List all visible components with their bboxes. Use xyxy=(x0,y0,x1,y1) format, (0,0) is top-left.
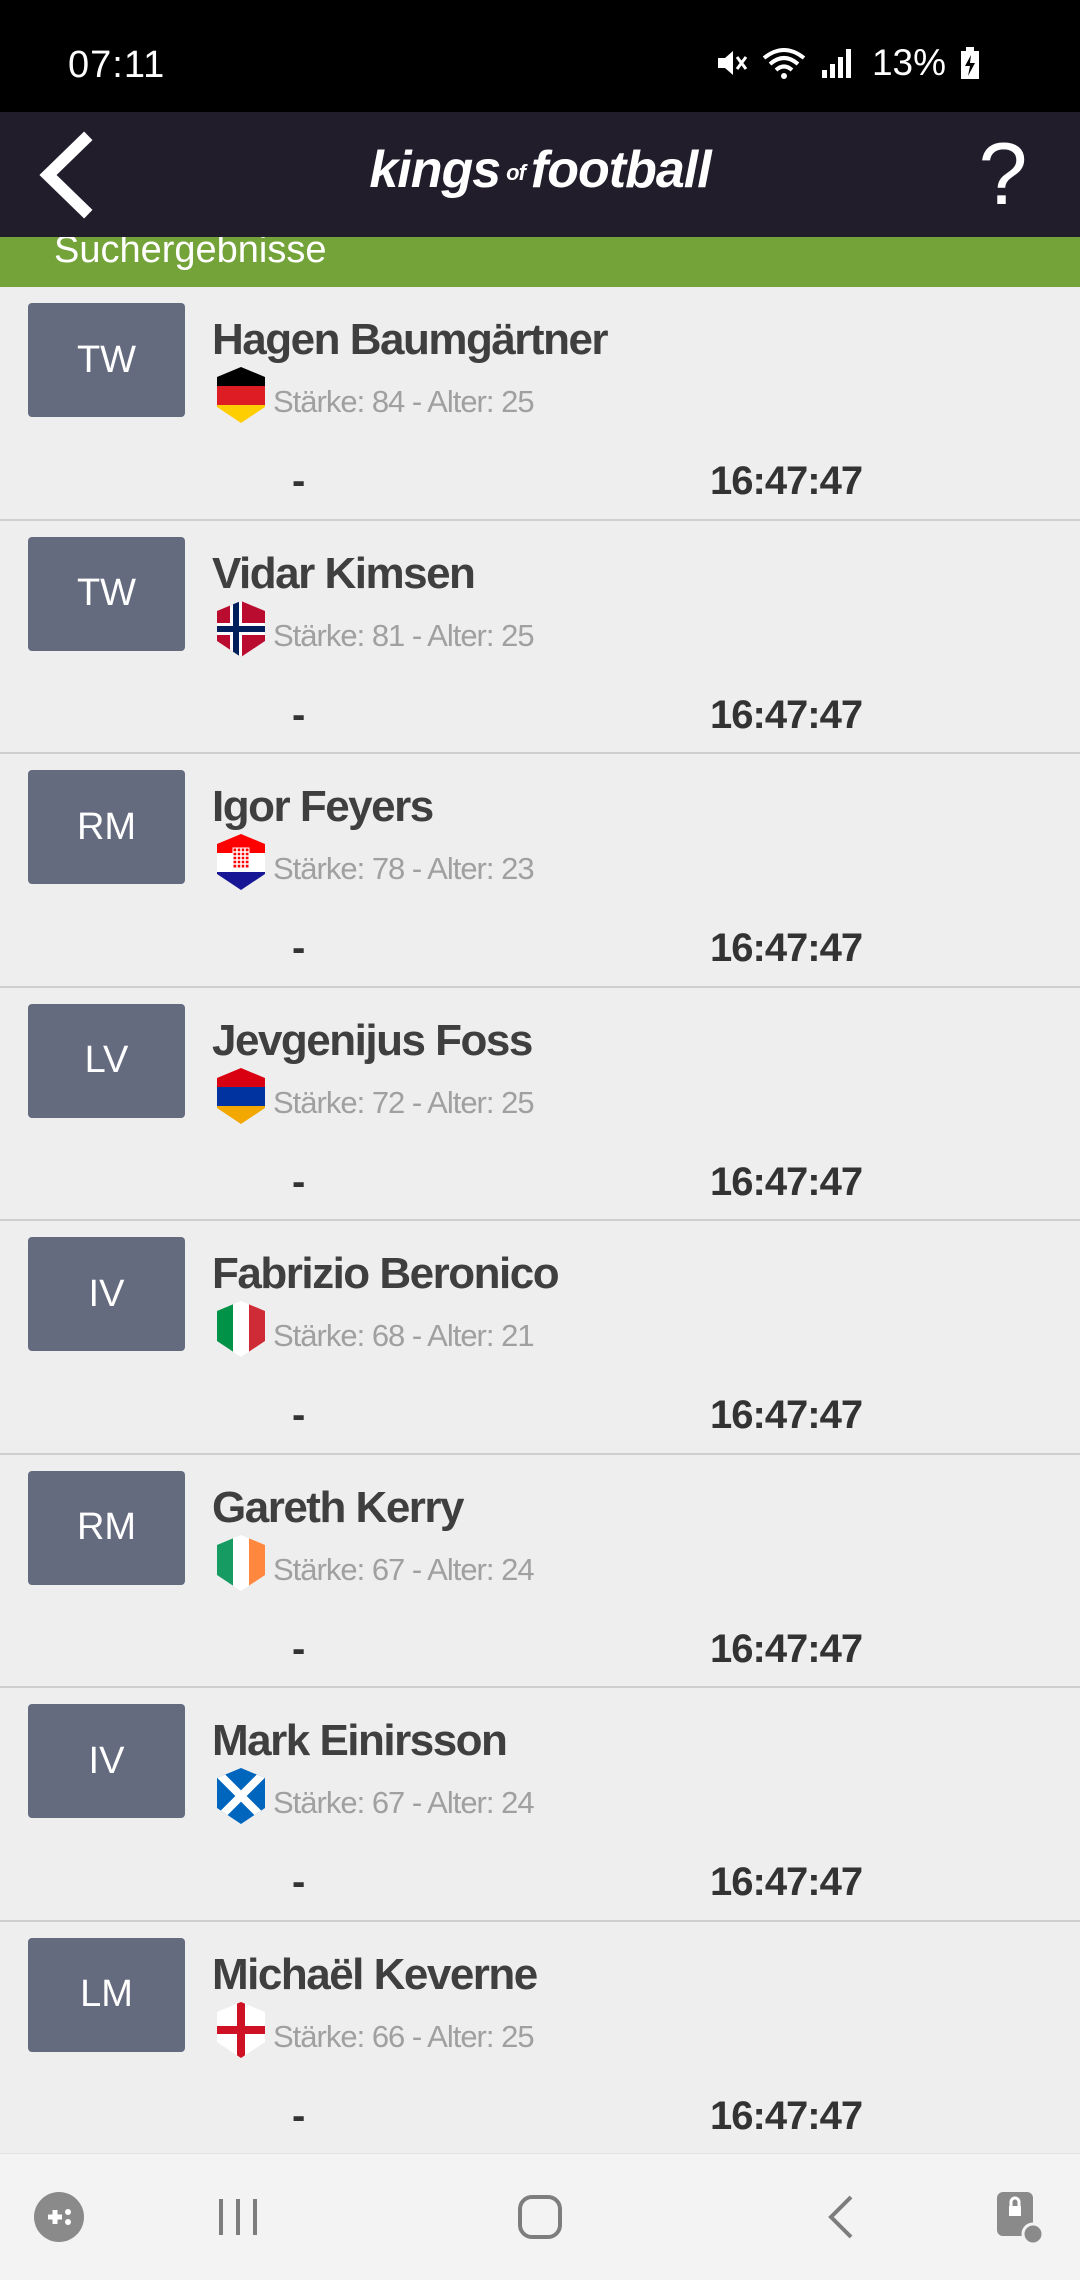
player-placeholder: - xyxy=(292,2093,306,2138)
italy-flag-icon xyxy=(217,1301,265,1357)
back-icon[interactable] xyxy=(807,2182,877,2252)
player-row[interactable]: IV Mark Einirsson Stärke: 67 - Alter: 24 - 1… xyxy=(0,1688,1080,1922)
logo-of: of xyxy=(506,160,526,186)
player-row[interactable]: LV Jevgenijus Foss Stärke: 72 - Alter: 25 -… xyxy=(0,988,1080,1221)
position-badge: IV xyxy=(28,1704,185,1818)
player-placeholder: - xyxy=(292,1860,306,1904)
player-placeholder: - xyxy=(292,926,306,970)
player-name: Igor Feyers xyxy=(212,782,434,831)
player-name: Fabrizio Beronico xyxy=(212,1249,560,1298)
position-badge: LM xyxy=(28,1937,185,2052)
navigation-bar xyxy=(0,2153,1080,2280)
player-stats: Stärke: 67 - Alter: 24 xyxy=(273,1551,535,1587)
signal-icon xyxy=(821,49,851,78)
player-name: Hagen Baumgärtner xyxy=(212,315,609,364)
status-bar: 07:11 13% xyxy=(0,0,1080,112)
croatia-flag-icon xyxy=(217,834,265,890)
position-badge: TW xyxy=(28,303,185,417)
app-header: kings of football ? xyxy=(0,112,1080,237)
section-title: Suchergebnisse xyxy=(54,237,327,271)
player-placeholder: - xyxy=(292,459,306,503)
player-placeholder: - xyxy=(292,692,306,737)
player-stats: Stärke: 66 - Alter: 25 xyxy=(273,2018,535,2054)
app-logo: kings of football xyxy=(0,140,1080,200)
player-stats: Stärke: 78 - Alter: 23 xyxy=(273,851,535,886)
logo-kings: kings xyxy=(369,141,501,199)
battery-percentage: 13% xyxy=(871,42,946,83)
status-icons: 13% xyxy=(714,42,980,84)
player-name: Gareth Kerry xyxy=(212,1482,465,1532)
player-name: Michaël Keverne xyxy=(212,1949,538,1999)
ireland-flag-icon xyxy=(217,1534,265,1591)
position-badge: RM xyxy=(28,1470,185,1585)
scotland-flag-icon xyxy=(217,1768,265,1824)
player-stats: Stärke: 81 - Alter: 25 xyxy=(273,617,535,653)
norway-flag-icon xyxy=(217,600,265,657)
status-time: 07:11 xyxy=(68,44,166,86)
wifi-icon xyxy=(762,48,806,79)
section-header: Suchergebnisse xyxy=(0,237,1080,287)
position-badge: LV xyxy=(28,1003,185,1118)
player-placeholder: - xyxy=(292,1626,306,1671)
player-row[interactable]: IV Fabrizio Beronico Stärke: 68 - Alter: 2… xyxy=(0,1221,1080,1455)
player-time: 16:47:47 xyxy=(710,1860,863,1904)
logo-football: football xyxy=(530,141,712,199)
player-stats: Stärke: 67 - Alter: 24 xyxy=(273,1785,535,1820)
player-stats: Stärke: 84 - Alter: 25 xyxy=(273,384,535,419)
player-placeholder: - xyxy=(292,1159,306,1204)
recent-apps-icon[interactable] xyxy=(203,2182,273,2252)
position-badge: RM xyxy=(28,770,185,884)
armenia-flag-icon xyxy=(217,1067,265,1124)
player-name: Jevgenijus Foss xyxy=(212,1015,533,1065)
help-button[interactable]: ? xyxy=(968,126,1038,222)
player-time: 16:47:47 xyxy=(710,459,863,503)
screen-lock-icon[interactable] xyxy=(985,2182,1055,2252)
battery-charging-icon xyxy=(961,47,979,79)
position-badge: TW xyxy=(28,536,185,651)
player-stats: Stärke: 68 - Alter: 21 xyxy=(273,1318,535,1353)
player-row[interactable]: RM Gareth Kerry Stärke: 67 - Alter: 24 - 16:… xyxy=(0,1455,1080,1688)
player-time: 16:47:47 xyxy=(710,692,863,737)
england-flag-icon xyxy=(217,2001,265,2058)
player-time: 16:47:47 xyxy=(710,1159,863,1204)
player-list[interactable]: TW Hagen Baumgärtner Stärke: 84 - Alter: 2… xyxy=(0,287,1080,2153)
mute-icon xyxy=(717,51,748,75)
player-time: 16:47:47 xyxy=(710,1393,863,1437)
game-launcher-icon[interactable] xyxy=(24,2182,94,2252)
player-time: 16:47:47 xyxy=(710,926,863,970)
player-time: 16:47:47 xyxy=(710,2093,863,2138)
player-row[interactable]: RM Igor Feyers Stärke: 78 - Alter: 23 - 16:4… xyxy=(0,754,1080,988)
home-icon[interactable] xyxy=(505,2182,575,2252)
player-row[interactable]: TW Hagen Baumgärtner Stärke: 84 - Alter: 2… xyxy=(0,287,1080,521)
player-name: Mark Einirsson xyxy=(212,1716,508,1765)
germany-flag-icon xyxy=(217,367,265,423)
position-badge: IV xyxy=(28,1237,185,1351)
player-time: 16:47:47 xyxy=(710,1626,863,1671)
player-row[interactable]: LM Michaël Keverne Stärke: 66 - Alter: 25 -… xyxy=(0,1922,1080,2154)
player-row[interactable]: TW Vidar Kimsen Stärke: 81 - Alter: 25 - 16:… xyxy=(0,521,1080,754)
player-stats: Stärke: 72 - Alter: 25 xyxy=(273,1084,535,1120)
player-placeholder: - xyxy=(292,1393,306,1437)
player-name: Vidar Kimsen xyxy=(212,548,476,598)
